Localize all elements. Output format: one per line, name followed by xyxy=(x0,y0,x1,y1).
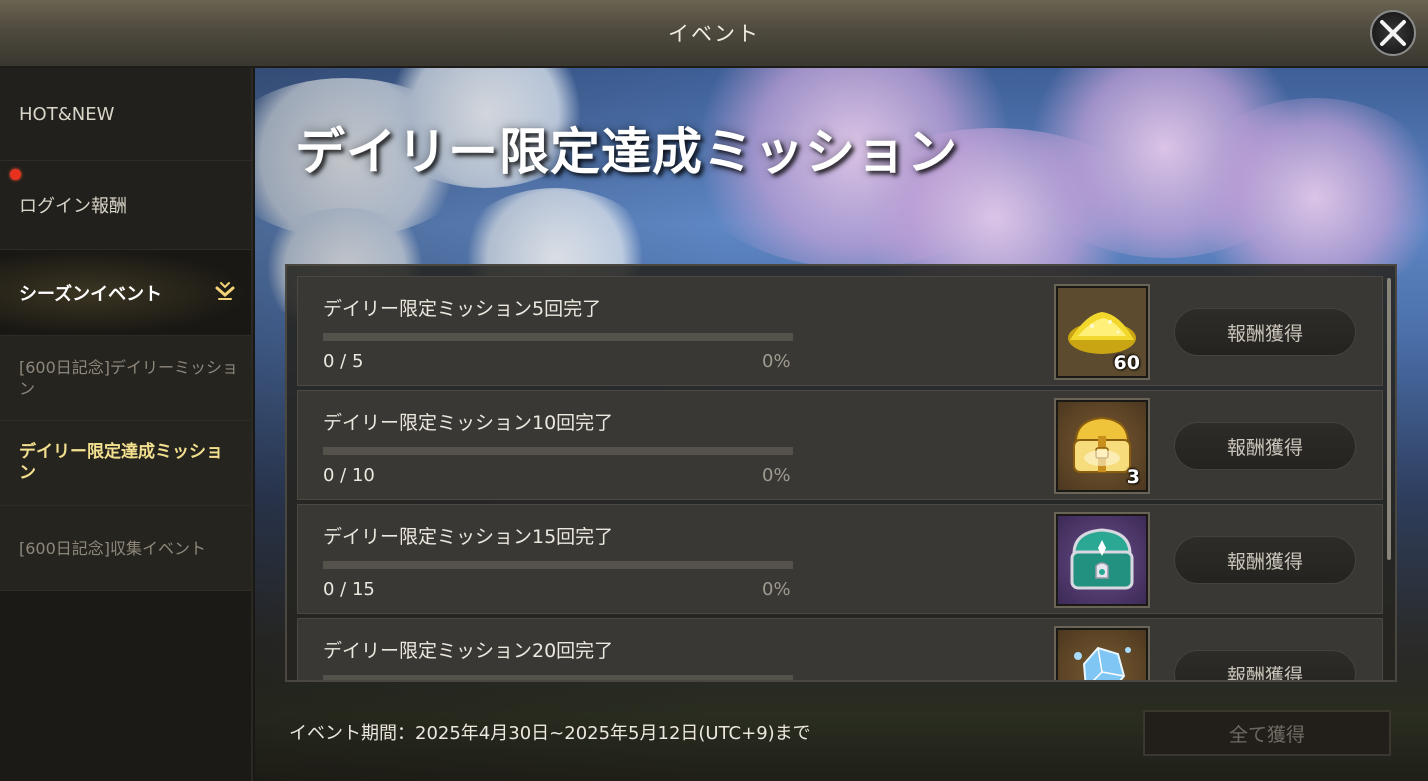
progress-bar xyxy=(323,333,793,341)
progress-bar xyxy=(323,675,793,680)
sidebar-item-label: デイリー限定達成ミッション xyxy=(19,442,223,483)
reward-item[interactable]: 60 xyxy=(1054,284,1150,380)
sidebar-item-login-reward[interactable]: ログイン報酬 xyxy=(0,161,251,250)
mission-row: デイリー限定ミッション20回完了 報酬獲得 xyxy=(297,618,1383,680)
progress-bar xyxy=(323,447,793,455)
mission-name: デイリー限定ミッション10回完了 xyxy=(323,412,614,434)
mission-row: デイリー限定ミッション10回完了 0 / 10 0% 3 報酬獲得 xyxy=(297,390,1383,500)
sidebar-item-season-event[interactable]: シーズンイベント xyxy=(0,250,251,336)
claim-reward-button[interactable]: 報酬獲得 xyxy=(1174,308,1356,356)
progress-percent: 0% xyxy=(762,579,791,600)
mission-list[interactable]: デイリー限定ミッション5回完了 0 / 5 0% 60 報酬獲得 デイリー限定ミ… xyxy=(285,264,1397,682)
reward-item[interactable]: 3 xyxy=(1054,398,1150,494)
mission-name: デイリー限定ミッション20回完了 xyxy=(323,640,614,662)
reward-item[interactable] xyxy=(1054,512,1150,608)
mission-name: デイリー限定ミッション15回完了 xyxy=(323,526,614,548)
claim-reward-button[interactable]: 報酬獲得 xyxy=(1174,650,1356,680)
notification-dot xyxy=(10,169,21,180)
sidebar-item-daily-limited-mission[interactable]: デイリー限定達成ミッション xyxy=(0,421,251,506)
reward-quantity: 3 xyxy=(1126,466,1140,488)
claim-all-button[interactable]: 全て獲得 xyxy=(1143,710,1391,756)
event-sidebar: HOT&NEW ログイン報酬 シーズンイベント [600日記念]デイリーミッショ… xyxy=(0,68,253,781)
sidebar-item-600-collection-event[interactable]: [600日記念]収集イベント xyxy=(0,506,251,591)
sidebar-item-label: [600日記念]収集イベント xyxy=(19,538,207,558)
sidebar-item-hot-new[interactable]: HOT&NEW xyxy=(0,68,251,161)
sidebar-item-label: シーズンイベント xyxy=(19,283,163,305)
sidebar-item-600-daily-mission[interactable]: [600日記念]デイリーミッション xyxy=(0,336,251,421)
sidebar-item-label: ログイン報酬 xyxy=(19,196,127,217)
teal-chest-icon xyxy=(1070,528,1134,590)
progress-count: 0 / 15 xyxy=(323,579,375,600)
sidebar-item-label: HOT&NEW xyxy=(19,103,115,125)
close-icon xyxy=(1380,20,1406,46)
mission-name: デイリー限定ミッション5回完了 xyxy=(323,298,602,320)
mission-row: デイリー限定ミッション5回完了 0 / 5 0% 60 報酬獲得 xyxy=(297,276,1383,386)
title-bar: イベント xyxy=(0,0,1428,68)
progress-count: 0 / 10 xyxy=(323,465,375,486)
progress-count: 0 / 5 xyxy=(323,351,364,372)
event-heading: デイリー限定達成ミッション xyxy=(295,123,958,181)
progress-percent: 0% xyxy=(762,351,791,372)
chevron-down-icon xyxy=(215,282,235,300)
crystal-icon xyxy=(1074,646,1131,680)
reward-quantity: 60 xyxy=(1113,352,1140,374)
close-button[interactable] xyxy=(1370,10,1416,56)
scrollbar[interactable] xyxy=(1387,278,1391,560)
window-title: イベント xyxy=(668,22,760,46)
mission-row: デイリー限定ミッション15回完了 0 / 15 0% 報酬獲得 xyxy=(297,504,1383,614)
sidebar-item-label: [600日記念]デイリーミッション xyxy=(19,358,239,398)
claim-reward-button[interactable]: 報酬獲得 xyxy=(1174,536,1356,584)
event-period: イベント期間：2025年4月30日~2025年5月12日(UTC+9)まで xyxy=(289,723,811,744)
progress-bar xyxy=(323,561,793,569)
claim-reward-button[interactable]: 報酬獲得 xyxy=(1174,422,1356,470)
progress-percent: 0% xyxy=(762,465,791,486)
reward-item[interactable] xyxy=(1054,626,1150,680)
